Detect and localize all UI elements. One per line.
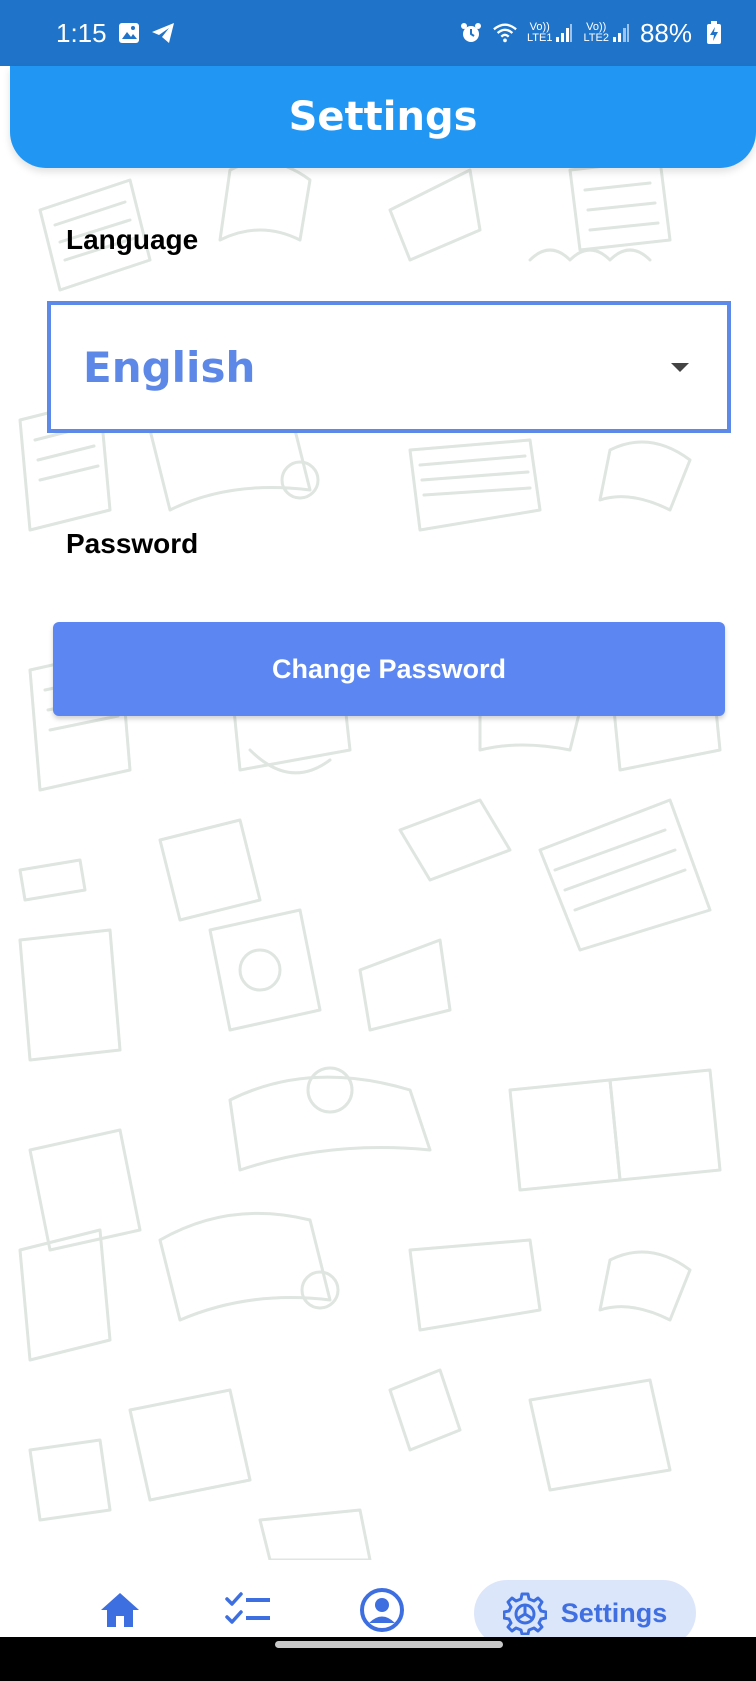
alarm-icon [459,21,483,45]
status-time: 1:15 [56,17,107,48]
language-selected-value: English [83,342,256,392]
sim2-indicator: Vo)) LTE2 [583,22,629,44]
sim2-lte-label: LTE2 [583,32,609,44]
status-bar: 1:15 Vo)) LTE1 Vo)) LTE2 88% [0,0,756,66]
nav-settings-label: Settings [560,1597,668,1628]
sim1-lte-label: LTE1 [526,32,553,44]
settings-gear-icon [502,1592,547,1635]
language-label: Language [66,224,199,255]
signal-icon [556,24,573,42]
system-navigation-bar [0,1637,756,1681]
checklist-icon [225,1592,270,1624]
password-label: Password [66,528,199,559]
language-dropdown[interactable]: English [47,301,731,433]
signal-icon [612,24,629,42]
gallery-icon [117,21,141,45]
status-left: 1:15 [56,18,175,49]
change-password-button[interactable]: Change Password [53,622,725,716]
battery-percent: 88% [639,17,692,48]
wifi-icon [493,21,517,45]
status-right: Vo)) LTE1 Vo)) LTE2 88% [459,18,726,49]
page-title: Settings [288,94,478,140]
sim1-indicator: Vo)) LTE1 [527,22,573,44]
dropdown-caret-icon [671,362,689,372]
profile-icon [360,1588,404,1632]
battery-charging-icon [702,21,726,45]
app-header: Settings [10,66,756,168]
home-icon [101,1593,139,1627]
home-indicator[interactable] [275,1641,503,1648]
telegram-icon [151,21,175,45]
